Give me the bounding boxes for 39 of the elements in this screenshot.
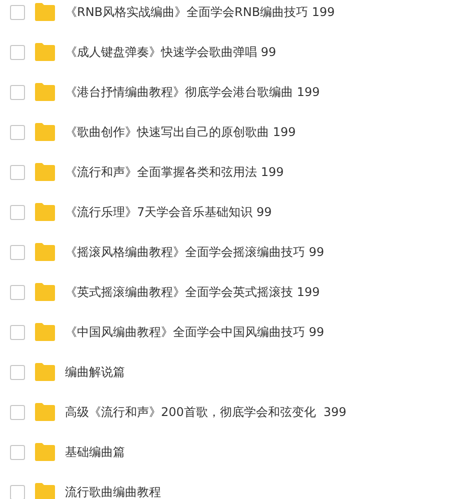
folder-icon	[35, 203, 55, 221]
folder-icon	[35, 243, 55, 261]
folder-icon	[35, 363, 55, 381]
folder-icon	[35, 323, 55, 341]
checkbox[interactable]	[10, 4, 25, 20]
folder-icon	[35, 123, 55, 141]
folder-name[interactable]: 《摇滚风格编曲教程》全面学会摇滚编曲技巧 99	[65, 244, 324, 260]
checkbox[interactable]	[10, 484, 25, 499]
folder-name[interactable]: 《流行和声》全面掌握各类和弦用法 199	[65, 164, 284, 180]
folder-icon	[35, 403, 55, 421]
checkbox[interactable]	[10, 324, 25, 340]
checkbox[interactable]	[10, 164, 25, 180]
folder-icon	[35, 163, 55, 181]
folder-icon	[35, 83, 55, 101]
folder-name[interactable]: 基础编曲篇	[65, 444, 125, 460]
checkbox[interactable]	[10, 244, 25, 260]
folder-name[interactable]: 流行歌曲编曲教程	[65, 484, 161, 499]
folder-name[interactable]: 《流行乐理》7天学会音乐基础知识 99	[65, 204, 272, 220]
checkbox[interactable]	[10, 444, 25, 460]
folder-name[interactable]: 《成人键盘弹奏》快速学会歌曲弹唱 99	[65, 44, 276, 60]
folder-icon	[35, 283, 55, 301]
checkbox[interactable]	[10, 404, 25, 420]
folder-name[interactable]: 《RNB风格实战编曲》全面学会RNB编曲技巧 199	[65, 4, 335, 20]
checkbox[interactable]	[10, 364, 25, 380]
folder-icon	[35, 443, 55, 461]
folder-name[interactable]: 编曲解说篇	[65, 364, 125, 380]
folder-name[interactable]: 《中国风编曲教程》全面学会中国风编曲技巧 99	[65, 324, 324, 340]
folder-icon	[35, 483, 55, 499]
checkbox[interactable]	[10, 84, 25, 100]
checkbox[interactable]	[10, 44, 25, 60]
checkbox[interactable]	[10, 124, 25, 140]
folder-name[interactable]: 《歌曲创作》快速写出自己的原创歌曲 199	[65, 124, 296, 140]
folder-icon	[35, 3, 55, 21]
folder-name[interactable]: 高级《流行和声》200首歌，彻底学会和弦变化 399	[65, 404, 346, 420]
folder-icon	[35, 43, 55, 61]
checkbox[interactable]	[10, 284, 25, 300]
folder-name[interactable]: 《英式摇滚编曲教程》全面学会英式摇滚技 199	[65, 284, 320, 300]
checkbox[interactable]	[10, 204, 25, 220]
folder-name[interactable]: 《港台抒情编曲教程》彻底学会港台歌编曲 199	[65, 84, 320, 100]
